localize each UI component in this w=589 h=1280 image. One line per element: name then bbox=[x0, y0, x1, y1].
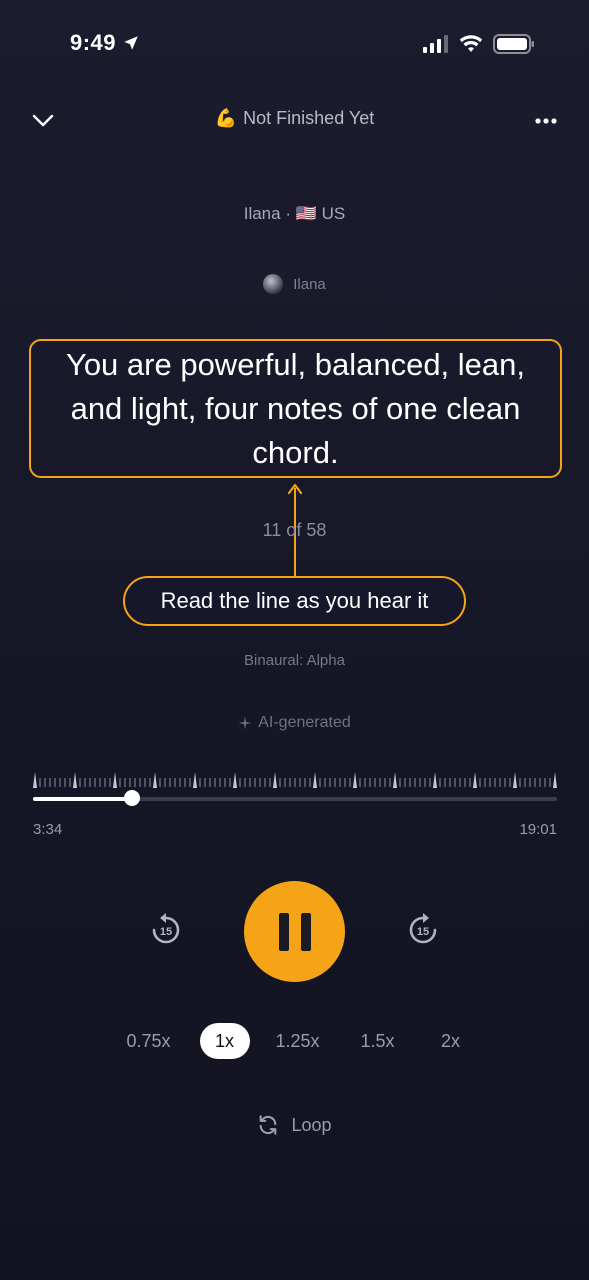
timeline-major-marker bbox=[73, 772, 77, 788]
voice-info: Ilana · 🇺🇸 US bbox=[0, 204, 589, 224]
annotation-arrow-head-icon bbox=[287, 483, 303, 495]
timeline-markers bbox=[33, 772, 557, 788]
sparkle-icon bbox=[238, 716, 252, 730]
author-row[interactable]: Ilana bbox=[0, 274, 589, 294]
author-name: Ilana bbox=[293, 275, 326, 293]
battery-icon bbox=[493, 34, 534, 54]
wifi-icon bbox=[459, 35, 483, 52]
track-title-text: Not Finished Yet bbox=[243, 108, 375, 128]
ai-generated-tag: AI-generated bbox=[0, 714, 589, 732]
speed-option-1.25x[interactable]: 1.25x bbox=[266, 1023, 330, 1059]
timeline-major-marker bbox=[393, 772, 397, 788]
speed-option-1x[interactable]: 1x bbox=[199, 1023, 250, 1059]
cellular-signal-icon bbox=[423, 35, 448, 53]
pause-bar-left bbox=[278, 912, 289, 951]
speed-option-0.75x[interactable]: 0.75x bbox=[114, 1023, 184, 1059]
progress-thumb[interactable] bbox=[123, 790, 140, 806]
timeline-major-marker bbox=[513, 772, 517, 788]
track-title: 💪 Not Finished Yet bbox=[0, 108, 589, 129]
forward-seconds-label: 15 bbox=[417, 926, 429, 938]
status-time-text: 9:49 bbox=[70, 30, 117, 55]
timeline-major-marker bbox=[113, 772, 117, 788]
rewind-15-icon: 15 bbox=[152, 913, 180, 944]
timeline-major-marker bbox=[553, 772, 557, 788]
voice-separator: · bbox=[285, 204, 291, 223]
timeline-major-marker bbox=[33, 772, 37, 788]
skip-forward-15-button[interactable]: 15 bbox=[405, 911, 441, 947]
timeline-major-marker bbox=[193, 772, 197, 788]
speed-option-2x[interactable]: 2x bbox=[426, 1023, 476, 1059]
progress-bar[interactable] bbox=[33, 797, 557, 801]
more-options-icon[interactable] bbox=[535, 117, 557, 125]
loop-button[interactable]: Loop bbox=[0, 1114, 589, 1136]
pause-bar-right bbox=[300, 912, 311, 951]
pause-button[interactable] bbox=[244, 881, 345, 982]
progress-fill bbox=[33, 797, 132, 801]
binaural-label: Binaural: Alpha bbox=[244, 652, 345, 669]
voice-country: US bbox=[321, 204, 346, 223]
timeline-major-marker bbox=[313, 772, 317, 788]
location-icon bbox=[124, 36, 138, 50]
author-avatar bbox=[263, 274, 284, 294]
forward-15-icon: 15 bbox=[409, 913, 437, 944]
playback-speed-selector: 0.75x 1x 1.25x 1.5x 2x bbox=[0, 1023, 589, 1059]
voice-name: Ilana bbox=[243, 204, 281, 223]
timeline-major-marker bbox=[473, 772, 477, 788]
hint-bubble: Read the line as you hear it bbox=[123, 576, 466, 626]
rewind-seconds-label: 15 bbox=[160, 926, 172, 938]
timeline-major-marker bbox=[433, 772, 437, 788]
status-icons bbox=[423, 34, 535, 54]
speed-option-1.5x[interactable]: 1.5x bbox=[346, 1023, 410, 1059]
timeline-major-marker bbox=[353, 772, 357, 788]
status-time: 9:49 bbox=[70, 30, 140, 56]
flexed-biceps-icon: 💪 bbox=[214, 108, 238, 128]
loop-label: Loop bbox=[291, 1114, 332, 1135]
annotation-arrow-line bbox=[294, 488, 296, 576]
timeline-major-marker bbox=[273, 772, 277, 788]
timeline-major-marker bbox=[153, 772, 157, 788]
timeline-major-marker bbox=[233, 772, 237, 788]
affirmation-text: You are powerful, balanced, lean, and li… bbox=[29, 339, 562, 478]
loop-icon bbox=[260, 1115, 277, 1135]
us-flag-icon: 🇺🇸 bbox=[295, 204, 317, 223]
elapsed-time: 3:34 bbox=[33, 821, 63, 838]
skip-back-15-button[interactable]: 15 bbox=[148, 911, 184, 947]
ai-generated-text: AI-generated bbox=[258, 714, 351, 731]
total-time: 19:01 bbox=[519, 821, 557, 838]
